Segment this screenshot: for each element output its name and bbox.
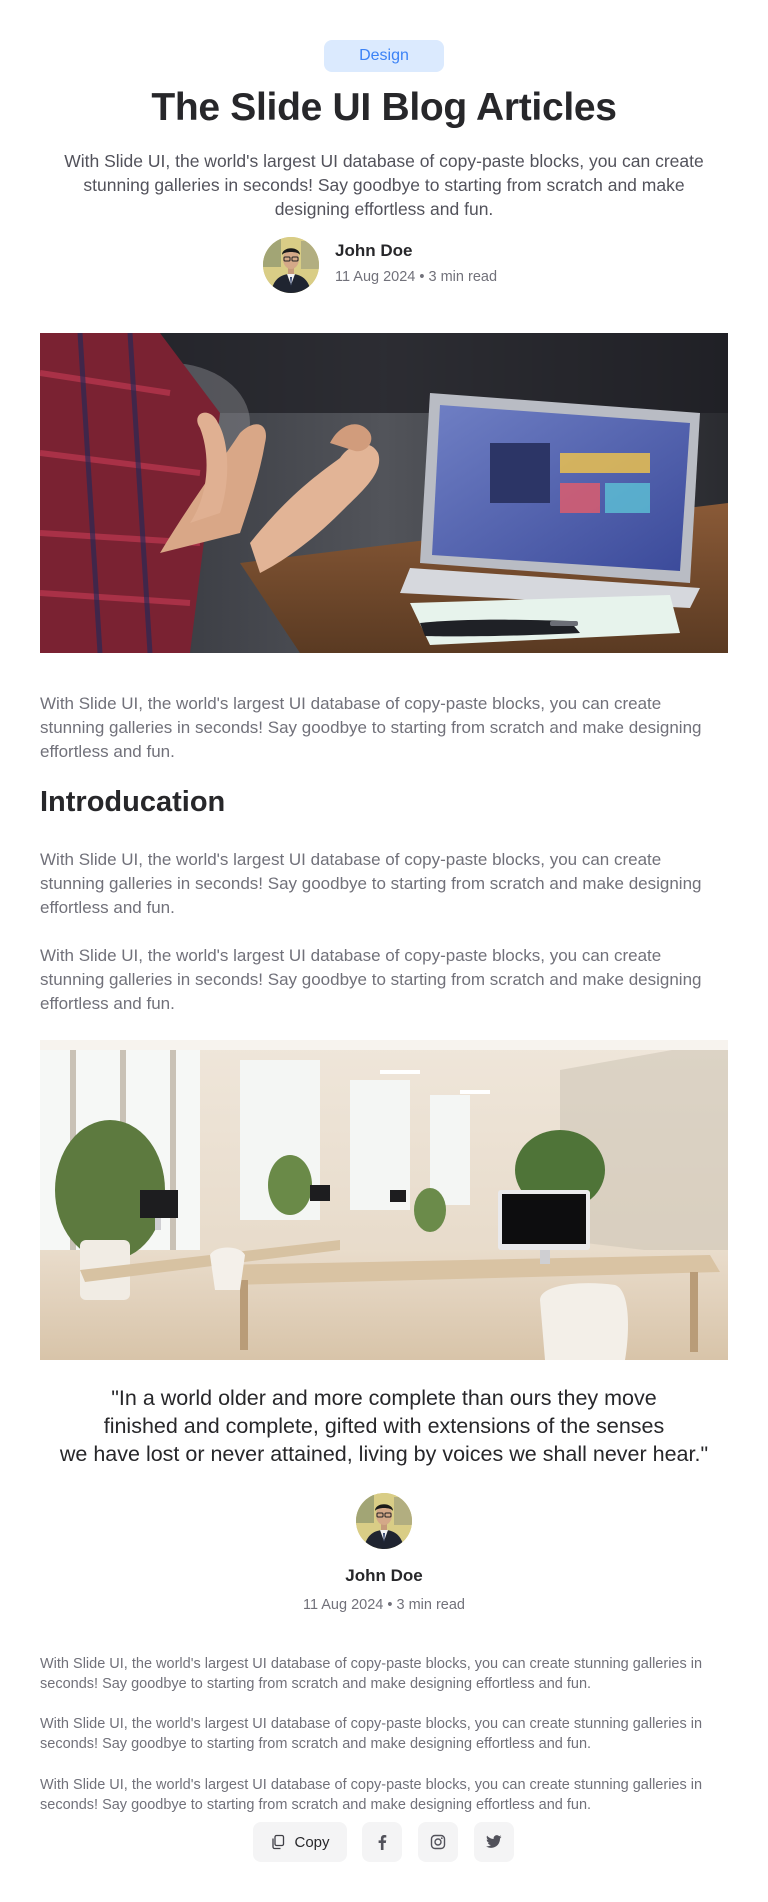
- quote-line-2: finished and complete, gifted with exten…: [103, 1414, 665, 1438]
- category-badge[interactable]: Design: [324, 40, 444, 72]
- closing-paragraph-3: With Slide UI, the world's largest UI da…: [40, 1777, 703, 1813]
- office-image: [40, 1040, 728, 1360]
- copy-icon: [270, 1834, 286, 1850]
- author-avatar[interactable]: [263, 237, 319, 293]
- facebook-icon: [375, 1834, 389, 1850]
- instagram-icon: [430, 1834, 446, 1850]
- author-meta: 11 Aug 2024 • 3 min read: [335, 269, 498, 285]
- article-subtitle: With Slide UI, the world's largest UI da…: [64, 151, 704, 219]
- twitter-icon: [486, 1835, 502, 1849]
- copy-link-button[interactable]: Copy: [253, 1822, 347, 1862]
- quote-author-avatar[interactable]: [356, 1493, 412, 1549]
- body-paragraph-2: With Slide UI, the world's largest UI da…: [40, 946, 702, 1013]
- section-heading: Introducation: [40, 786, 226, 818]
- quote-author-name[interactable]: John Doe: [0, 1566, 768, 1586]
- twitter-share-button[interactable]: [474, 1822, 514, 1862]
- instagram-share-button[interactable]: [418, 1822, 458, 1862]
- closing-paragraph-2: With Slide UI, the world's largest UI da…: [40, 1716, 703, 1752]
- category-badge-wrap: Design: [0, 40, 768, 72]
- intro-paragraph: With Slide UI, the world's largest UI da…: [40, 694, 702, 761]
- facebook-share-button[interactable]: [362, 1822, 402, 1862]
- quote-line-3: we have lost or never attained, living b…: [59, 1442, 709, 1466]
- body-paragraph-1: With Slide UI, the world's largest UI da…: [40, 850, 702, 917]
- quote-author-meta: 11 Aug 2024 • 3 min read: [302, 1597, 465, 1613]
- copy-label: Copy: [294, 1833, 330, 1851]
- closing-paragraph-1: With Slide UI, the world's largest UI da…: [40, 1656, 703, 1692]
- article-title: The Slide UI Blog Articles: [151, 86, 617, 129]
- author-name[interactable]: John Doe: [335, 241, 412, 261]
- blog-article-page: Design The Slide UI Blog Articles With S…: [0, 0, 768, 1902]
- pull-quote: "In a world older and more complete than…: [40, 1384, 728, 1468]
- quote-line-1: "In a world older and more complete than…: [111, 1386, 657, 1410]
- hero-image: [40, 333, 728, 653]
